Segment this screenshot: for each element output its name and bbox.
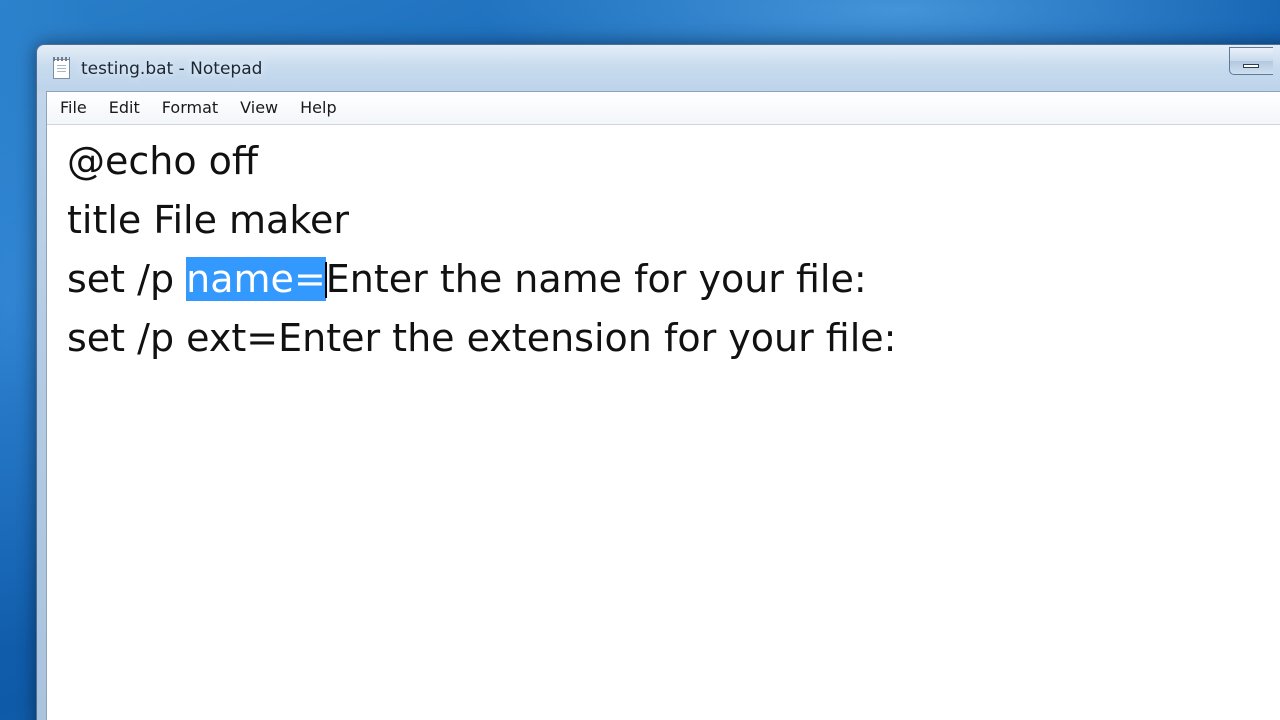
client-area: File Edit Format View Help @echo off tit… (46, 91, 1280, 720)
menu-bar: File Edit Format View Help (47, 92, 1280, 125)
menu-edit[interactable]: Edit (98, 92, 151, 124)
menu-view[interactable]: View (229, 92, 289, 124)
title-bar[interactable]: testing.bat - Notepad (37, 45, 1280, 91)
selected-text: name= (186, 257, 326, 301)
notepad-window: testing.bat - Notepad File Edit Format V… (36, 44, 1280, 720)
text-line-1: @echo off (67, 139, 259, 183)
text-editor[interactable]: @echo off title File maker set /p name=E… (47, 125, 1280, 720)
minimize-icon (1243, 64, 1259, 68)
text-line-3-after: Enter the name for your file: (325, 257, 867, 301)
menu-file[interactable]: File (47, 92, 98, 124)
menu-help[interactable]: Help (289, 92, 347, 124)
text-line-3: set /p name=Enter the name for your file… (67, 255, 867, 303)
minimize-button[interactable] (1229, 47, 1273, 75)
window-title: testing.bat - Notepad (81, 59, 263, 79)
text-line-4: set /p ext=Enter the extension for your … (67, 316, 897, 360)
text-line-3-before: set /p (67, 257, 187, 301)
menu-format[interactable]: Format (151, 92, 229, 124)
text-line-2: title File maker (67, 198, 349, 242)
notepad-icon[interactable] (53, 57, 70, 79)
